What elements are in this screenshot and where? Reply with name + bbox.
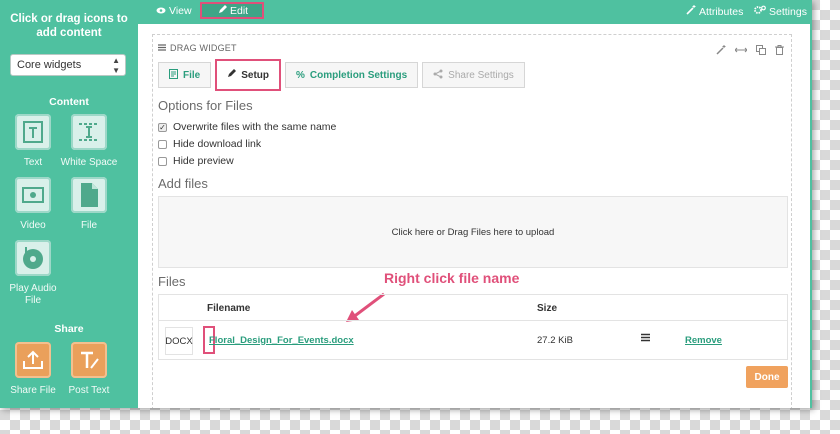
hamburger-icon [158,43,166,53]
gears-icon [754,5,766,18]
white-space-icon [71,114,107,150]
tile-white-space[interactable]: White Space [59,114,119,169]
table-row: DOCX Floral_Design_For_Events.docx 27.2 … [159,321,787,359]
share-icon [433,69,443,82]
tab-file[interactable]: File [158,62,212,88]
content-section-title: Content [49,96,89,108]
pencil-icon [227,69,237,81]
checkbox-icon[interactable] [158,139,167,149]
tile-play-audio-file[interactable]: Play Audio File [3,240,63,307]
annotation-callout: Right click file name [384,270,520,286]
post-text-icon [71,342,107,378]
checkbox-checked-icon[interactable]: ✓ [158,122,167,132]
sidebar: Click or drag icons to add content Core … [0,0,138,408]
file-size: 27.2 KiB [537,335,573,346]
done-button[interactable]: Done [746,366,788,388]
percent-icon: % [296,69,305,81]
tile-video[interactable]: Video [3,177,63,232]
file-name-link[interactable]: Floral_Design_For_Events.docx [209,335,354,346]
tile-file[interactable]: File [59,177,119,232]
pencil-icon [218,5,227,17]
widget-category-select[interactable]: Core widgets ▲ ▼ [10,54,126,76]
trash-icon[interactable] [775,42,784,60]
table-header: Filename Size [159,295,787,321]
checkbox-icon[interactable] [158,156,167,166]
file-icon [71,177,107,213]
tile-post-text[interactable]: Post Text [59,342,119,397]
settings-button[interactable]: Settings [754,5,807,18]
magic-wand-icon [686,5,696,18]
hamburger-icon[interactable] [641,333,650,345]
widget-drag-handle[interactable]: DRAG WIDGET [158,43,237,53]
updown-arrows-icon: ▲ ▼ [112,56,120,75]
view-button[interactable]: View [156,5,192,17]
video-icon [15,177,51,213]
files-table: Filename Size DOCX Floral_Design_For_Eve… [158,294,788,360]
sidebar-hint: Click or drag icons to add content [10,13,128,39]
eye-icon [156,5,166,17]
text-icon [15,114,51,150]
remove-link[interactable]: Remove [685,335,722,346]
editor-panel: DRAG WIDGET File Setup % Completion Sett… [138,24,810,408]
files-heading: Files [158,274,186,289]
edit-button[interactable]: Edit [218,5,248,17]
tile-label: Share File [10,385,56,396]
attributes-button[interactable]: Attributes [686,5,743,18]
col-size: Size [537,303,558,314]
upload-dropzone[interactable]: Click here or Drag Files here to upload [158,196,788,268]
tab-setup[interactable]: Setup [215,59,282,91]
add-files-heading: Add files [158,176,208,191]
widget-controls [716,42,784,60]
file-name-highlight: Floral_Design_For_Events.docx [203,326,354,354]
file-type-badge: DOCX [165,327,193,355]
upload-icon [15,342,51,378]
file-tab-icon [169,68,178,82]
tile-text[interactable]: Text [3,114,63,169]
app-window: Click or drag icons to add content Core … [0,0,812,408]
tile-label: Video [20,220,46,231]
option-hide-preview[interactable]: Hide preview [158,155,234,167]
col-filename: Filename [207,303,251,314]
tile-label: File [80,220,98,231]
share-section-title: Share [54,323,84,335]
top-toolbar: View Edit Attributes Settings [138,0,812,24]
tile-label: Text [23,157,43,168]
tile-label: Post Text [68,385,110,396]
tile-label: Play Audio File [9,283,57,306]
tab-share-settings[interactable]: Share Settings [422,62,525,88]
wand-icon[interactable] [716,42,726,60]
tile-share-file[interactable]: Share File [3,342,63,397]
audio-disc-icon [15,240,51,276]
resize-arrows-icon[interactable] [734,42,748,60]
option-overwrite[interactable]: ✓ Overwrite files with the same name [158,121,336,133]
option-hide-download[interactable]: Hide download link [158,138,261,150]
options-heading: Options for Files [158,98,253,113]
select-value: Core widgets [17,59,82,71]
copy-icon[interactable] [756,42,766,60]
tile-label: White Space [60,157,118,168]
widget-tabs: File Setup % Completion Settings Share S… [158,59,529,91]
tab-completion-settings[interactable]: % Completion Settings [285,62,419,88]
